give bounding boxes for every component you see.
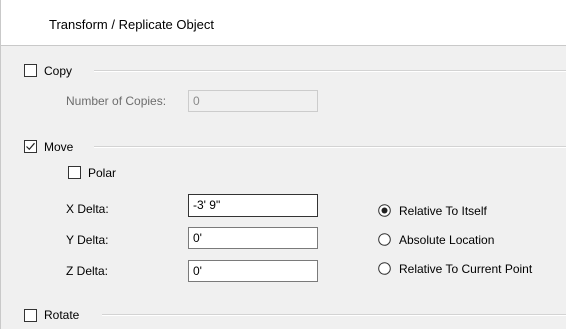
x-delta-input[interactable]: -3' 9": [188, 194, 318, 217]
checkmark-icon: [26, 142, 35, 151]
y-delta-label: Y Delta:: [66, 233, 109, 247]
relative-to-itself-label[interactable]: Relative To Itself: [399, 204, 487, 218]
transform-panel: [1, 46, 566, 329]
rotate-checkbox[interactable]: [24, 309, 37, 322]
absolute-location-label[interactable]: Absolute Location: [399, 233, 494, 247]
z-delta-input[interactable]: 0': [188, 260, 318, 282]
relative-to-current-point-label[interactable]: Relative To Current Point: [399, 262, 532, 276]
dialog-title-bar: Transform / Replicate Object: [0, 0, 566, 46]
z-delta-label: Z Delta:: [66, 264, 109, 278]
move-checkbox[interactable]: [24, 140, 37, 153]
radio-relative-to-itself[interactable]: [378, 204, 391, 217]
rotate-group-divider: [102, 314, 566, 316]
move-group-divider: [94, 146, 566, 148]
number-of-copies-input[interactable]: 0: [188, 90, 318, 112]
radio-absolute-location[interactable]: [378, 233, 391, 246]
number-of-copies-label: Number of Copies:: [66, 94, 167, 108]
polar-label[interactable]: Polar: [88, 166, 116, 180]
y-delta-input[interactable]: 0': [188, 227, 318, 249]
radio-relative-to-current-point[interactable]: [378, 262, 391, 275]
copy-group-divider: [94, 70, 566, 72]
copy-checkbox[interactable]: [24, 64, 37, 77]
dialog-title: Transform / Replicate Object: [49, 17, 214, 32]
move-label[interactable]: Move: [44, 140, 73, 154]
copy-label[interactable]: Copy: [44, 64, 72, 78]
rotate-label[interactable]: Rotate: [44, 308, 79, 322]
radio-selected-dot-icon: [381, 207, 388, 214]
polar-checkbox[interactable]: [68, 166, 81, 179]
x-delta-label: X Delta:: [66, 202, 109, 216]
